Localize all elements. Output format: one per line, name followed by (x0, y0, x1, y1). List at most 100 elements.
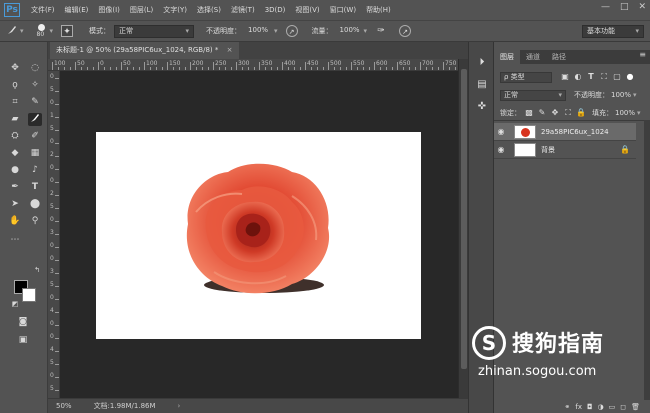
airbrush-icon[interactable]: ✑ (375, 25, 387, 37)
flow-chevron-icon[interactable]: ▾ (364, 27, 368, 35)
clone-stamp-tool-icon[interactable]: ⛭ (8, 130, 22, 143)
layers-scrollbar[interactable] (644, 120, 650, 400)
document-info[interactable]: 文档:1.98M/1.86M (94, 401, 156, 411)
brush-panel-icon[interactable]: ✦ (61, 25, 74, 37)
layer-row[interactable]: ◉ 29a58PIC6ux_1024 (494, 123, 636, 141)
layer-opacity-chevron-icon[interactable]: ▾ (633, 91, 637, 99)
adjustments-panel-icon[interactable]: ✜ (475, 100, 489, 114)
fx-icon[interactable]: fx (575, 402, 582, 413)
eye-icon[interactable]: ◉ (494, 127, 508, 136)
menu-filter[interactable]: 滤镜(T) (226, 5, 260, 15)
history-brush-tool-icon[interactable]: ✐ (28, 130, 42, 143)
filter-shape-icon[interactable]: ⛶ (599, 72, 609, 82)
menu-edit[interactable]: 编辑(E) (60, 5, 94, 15)
mode-select[interactable]: 正常 ▾ (114, 24, 195, 38)
background-color-swatch[interactable] (22, 288, 36, 302)
panel-menu-icon[interactable]: ≡ (639, 50, 646, 59)
folder-icon[interactable]: ▭ (609, 402, 616, 413)
filter-smart-object-icon[interactable]: ▢ (612, 72, 622, 82)
menu-image[interactable]: 图像(I) (93, 5, 125, 15)
fill-chevron-icon[interactable]: ▾ (637, 109, 641, 117)
pressure-opacity-icon[interactable]: ↗ (285, 25, 298, 37)
crop-tool-icon[interactable]: ⌗ (8, 96, 22, 109)
mask-icon[interactable]: ◘ (587, 402, 593, 413)
menu-3d[interactable]: 3D(D) (260, 6, 291, 14)
history-panel-icon[interactable]: ⏵ (475, 56, 489, 70)
hand-tool-icon[interactable]: ✋ (8, 215, 22, 228)
flow-field[interactable]: 100% (336, 25, 364, 38)
filter-toggle-icon[interactable]: ● (625, 72, 635, 82)
minimize-button[interactable]: — (601, 2, 610, 12)
brush-tool-icon[interactable] (6, 25, 18, 37)
zoom-level[interactable]: 50% (56, 402, 72, 410)
tab-paths[interactable]: 路径 (546, 50, 572, 64)
tab-channels[interactable]: 通道 (520, 50, 546, 64)
lock-transparent-icon[interactable]: ▩ (524, 108, 534, 118)
fill-value[interactable]: 100% (615, 109, 635, 117)
document-canvas[interactable] (96, 132, 421, 339)
lock-all-icon[interactable]: 🔒 (576, 108, 586, 118)
default-colors-icon[interactable]: ◩ (8, 298, 22, 311)
type-tool-icon[interactable]: T (28, 181, 42, 194)
screen-mode-icon[interactable]: ▣ (16, 334, 30, 347)
layer-opacity-value[interactable]: 100% (611, 91, 631, 99)
maximize-button[interactable]: □ (620, 2, 629, 12)
adjustment-icon[interactable]: ◑ (598, 402, 604, 413)
menu-help[interactable]: 帮助(H) (361, 5, 396, 15)
layer-filter-select[interactable]: ρ 类型 (500, 71, 552, 83)
eraser-tool-icon[interactable]: ◆ (8, 147, 22, 160)
menu-layer[interactable]: 图层(L) (125, 5, 158, 15)
eye-icon[interactable]: ◉ (494, 145, 508, 154)
document-tab[interactable]: 未标题-1 @ 50% (29a58PIC6ux_1024, RGB/8) * … (50, 42, 239, 59)
pen-tool-icon[interactable]: ✒ (8, 181, 22, 194)
filter-pixel-icon[interactable]: ▣ (560, 72, 570, 82)
properties-panel-icon[interactable]: ▤ (475, 78, 489, 92)
canvas-area[interactable] (60, 71, 458, 398)
tool-preset-chevron-icon[interactable]: ▾ (20, 27, 24, 35)
workspace-select[interactable]: 基本功能 ▾ (582, 25, 644, 38)
menu-view[interactable]: 视图(V) (290, 5, 324, 15)
gradient-tool-icon[interactable]: ▦ (28, 147, 42, 160)
lock-pixels-icon[interactable]: ✎ (537, 108, 547, 118)
filter-type-icon[interactable]: T (586, 72, 596, 82)
blur-tool-icon[interactable]: ● (8, 164, 22, 177)
layer-row[interactable]: ◉ 背景 🔒 (494, 141, 636, 159)
vertical-scrollbar-thumb[interactable] (461, 69, 467, 369)
menu-type[interactable]: 文字(Y) (158, 5, 192, 15)
magic-wand-tool-icon[interactable]: ✧ (28, 79, 42, 92)
trash-icon[interactable]: 🗑 (631, 402, 640, 413)
ellipse-tool-icon[interactable]: ⬤ (28, 198, 42, 211)
link-icon[interactable]: ⚭ (565, 402, 571, 413)
vertical-scrollbar[interactable] (458, 59, 468, 398)
dodge-tool-icon[interactable]: ♪ (28, 164, 42, 177)
lock-position-icon[interactable]: ✥ (550, 108, 560, 118)
menu-select[interactable]: 选择(S) (192, 5, 226, 15)
zoom-tool-icon[interactable]: ⚲ (28, 215, 42, 228)
status-menu-arrow-icon[interactable]: › (178, 402, 181, 410)
eyedropper-tool-icon[interactable]: ✎ (28, 96, 42, 109)
pressure-size-icon[interactable]: ↗ (399, 25, 412, 37)
brush-preset-picker[interactable]: 80 (34, 23, 50, 39)
marquee-tool-icon[interactable]: ◌ (28, 62, 42, 75)
filter-adjustment-icon[interactable]: ◐ (573, 72, 583, 82)
rose-image[interactable] (96, 132, 421, 339)
opacity-field[interactable]: 100% (244, 25, 274, 38)
swap-colors-icon[interactable]: ↰ (30, 264, 44, 277)
lock-artboard-icon[interactable]: ⛶ (563, 108, 573, 118)
opacity-chevron-icon[interactable]: ▾ (274, 27, 278, 35)
move-tool-icon[interactable]: ✥ (8, 62, 22, 75)
brush-tool-icon[interactable] (28, 113, 42, 126)
tab-layers[interactable]: 图层 (494, 50, 520, 64)
lasso-tool-icon[interactable]: ϙ (8, 79, 22, 92)
quick-mask-icon[interactable]: ◙ (16, 316, 30, 329)
menu-file[interactable]: 文件(F) (26, 5, 60, 15)
close-icon[interactable]: × (227, 46, 233, 54)
close-button[interactable]: ✕ (638, 2, 646, 12)
new-layer-icon[interactable]: ◻ (620, 402, 626, 413)
healing-brush-tool-icon[interactable]: ▰ (8, 113, 22, 126)
brush-picker-chevron-icon[interactable]: ▾ (50, 27, 54, 35)
menu-window[interactable]: 窗口(W) (325, 5, 361, 15)
path-selection-tool-icon[interactable]: ➤ (8, 198, 22, 211)
more-tools-icon[interactable]: ⋯ (8, 234, 22, 247)
blend-mode-select[interactable]: 正常 ▾ (500, 89, 566, 101)
